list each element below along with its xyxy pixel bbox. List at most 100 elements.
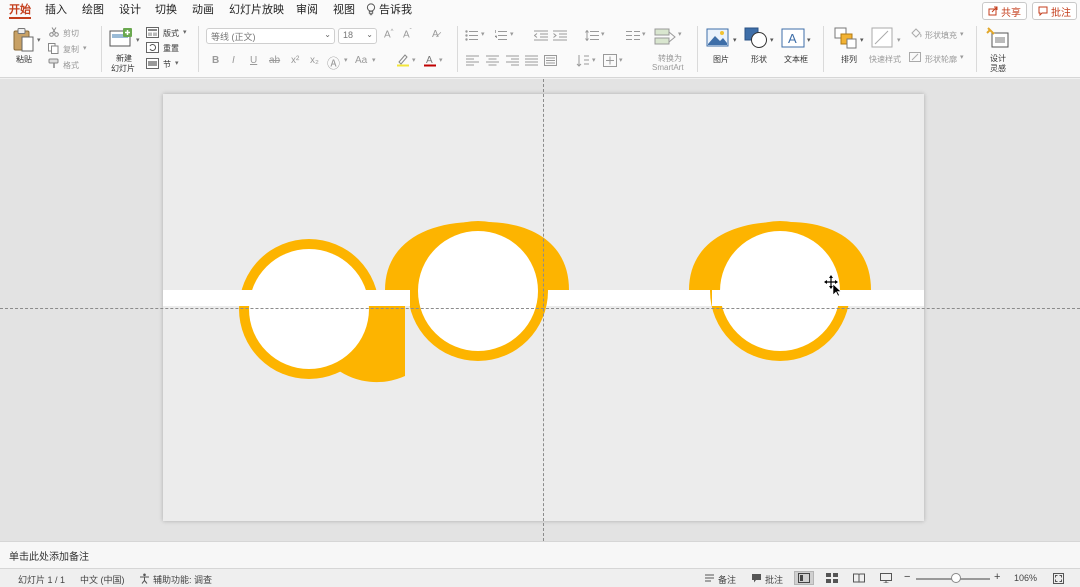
align-text-icon[interactable] (603, 54, 617, 67)
language-indicator[interactable]: 中文 (中国) (80, 573, 125, 586)
paste-icon[interactable] (11, 27, 35, 53)
chevron-down-icon[interactable]: ▾ (642, 30, 646, 38)
chevron-down-icon[interactable]: ▾ (412, 56, 416, 64)
chevron-down-icon[interactable]: ▾ (860, 36, 864, 44)
layout-dropdown-icon[interactable]: ▾ (183, 28, 187, 36)
comments-button[interactable]: 批注 (1032, 2, 1077, 20)
fit-to-window-icon[interactable] (1053, 573, 1064, 584)
textbox-icon[interactable]: A (781, 28, 805, 48)
chevron-down-icon[interactable]: ▾ (770, 36, 774, 44)
section-dropdown-icon[interactable]: ▾ (175, 59, 179, 67)
subscript-icon[interactable]: x₂ (310, 55, 319, 66)
horizontal-smart-guide[interactable] (0, 308, 1080, 309)
chevron-down-icon[interactable]: ▾ (601, 30, 605, 38)
chevron-down-icon[interactable]: ▾ (960, 30, 964, 38)
numbering-icon[interactable] (494, 30, 508, 41)
smartart-icon[interactable] (654, 27, 676, 47)
chevron-down-icon[interactable]: ▾ (897, 36, 901, 44)
tab-view[interactable]: 视图 (333, 3, 355, 19)
slide-sorter-view-button[interactable] (822, 571, 842, 585)
underline-icon[interactable]: U (250, 55, 257, 66)
italic-icon[interactable]: I (232, 55, 235, 66)
bold-icon[interactable]: B (212, 55, 219, 66)
chevron-down-icon[interactable]: ▾ (619, 56, 623, 64)
textbox-button[interactable]: 文本框 (784, 54, 808, 65)
notes-toggle[interactable]: 备注 (718, 573, 736, 586)
designer-icon[interactable] (986, 27, 1010, 49)
paste-dropdown-icon[interactable]: ▾ (37, 36, 41, 44)
tab-design[interactable]: 设计 (119, 3, 141, 19)
tab-animations[interactable]: 动画 (192, 3, 214, 19)
zoom-in-button[interactable]: + (994, 571, 1000, 583)
slideshow-view-button[interactable] (876, 571, 896, 585)
align-center-icon[interactable] (486, 55, 499, 66)
chevron-down-icon[interactable]: ▾ (960, 53, 964, 61)
chevron-down-icon[interactable]: ▾ (481, 30, 485, 38)
ring-inner-circle[interactable] (418, 231, 538, 351)
slide-editing-pane[interactable] (0, 79, 1080, 541)
highlight-icon[interactable] (396, 53, 410, 67)
chevron-down-icon[interactable]: ▾ (733, 36, 737, 44)
zoom-out-button[interactable]: − (904, 571, 910, 583)
tab-draw[interactable]: 绘图 (82, 3, 104, 19)
decrease-font-icon[interactable]: Aˇ (403, 29, 412, 40)
arrange-icon[interactable] (834, 27, 858, 49)
strikethrough-icon[interactable]: ab (269, 55, 280, 66)
paste-button[interactable]: 粘贴 (16, 54, 32, 65)
justify-icon[interactable] (525, 55, 538, 66)
text-direction-icon[interactable] (576, 54, 590, 67)
increase-font-icon[interactable]: A^ (384, 29, 394, 40)
ring-inner-circle[interactable] (249, 249, 369, 369)
reset-button[interactable]: 重置 (163, 43, 179, 54)
share-button[interactable]: 共享 (982, 2, 1027, 20)
tab-transitions[interactable]: 切换 (155, 3, 177, 19)
text-effects-icon[interactable]: Ⓐ (327, 53, 340, 72)
increase-indent-icon[interactable] (553, 30, 567, 41)
tab-insert[interactable]: 插入 (45, 3, 67, 19)
chevron-down-icon[interactable]: ▾ (592, 56, 596, 64)
chevron-down-icon[interactable]: ▾ (344, 56, 348, 64)
chevron-down-icon[interactable]: ▾ (807, 36, 811, 44)
accessibility-icon[interactable] (139, 573, 150, 584)
bullets-icon[interactable] (465, 30, 479, 41)
section-button[interactable]: 节 (163, 59, 171, 70)
clear-formatting-icon[interactable]: A̷ (432, 29, 439, 40)
comments-toggle[interactable]: 批注 (765, 573, 783, 586)
layout-button[interactable]: 版式 (163, 28, 179, 39)
chevron-down-icon[interactable]: ▾ (510, 30, 514, 38)
font-color-icon[interactable]: A (423, 53, 437, 67)
shape-outline-button[interactable]: 形状轮廓 (925, 54, 957, 65)
accessibility-status[interactable]: 辅助功能: 调查 (153, 573, 212, 586)
font-size-combo[interactable]: 18 ⌄ (338, 28, 377, 44)
designer-label-2[interactable]: 灵感 (990, 63, 1006, 74)
superscript-icon[interactable]: x² (291, 55, 299, 66)
align-right-icon[interactable] (506, 55, 519, 66)
notes-placeholder[interactable]: 单击此处添加备注 (9, 548, 89, 563)
convert-smartart-label-2[interactable]: SmartArt (652, 63, 684, 72)
new-slide-label-2[interactable]: 幻灯片 (111, 63, 135, 74)
reading-view-button[interactable] (849, 571, 869, 585)
chevron-down-icon[interactable]: ▾ (372, 56, 376, 64)
distributed-icon[interactable] (544, 55, 557, 66)
new-slide-dropdown-icon[interactable]: ▾ (136, 36, 140, 44)
picture-button[interactable]: 图片 (713, 54, 729, 65)
picture-icon[interactable] (706, 28, 730, 48)
copy-button[interactable]: 复制 (63, 44, 79, 55)
arrange-button[interactable]: 排列 (841, 54, 857, 65)
line-spacing-icon[interactable] (585, 30, 599, 41)
format-painter-button[interactable]: 格式 (63, 60, 79, 71)
zoom-level[interactable]: 106% (1014, 573, 1037, 583)
zoom-slider-handle[interactable] (951, 573, 961, 583)
chevron-down-icon[interactable]: ▾ (439, 56, 443, 64)
decrease-indent-icon[interactable] (534, 30, 548, 41)
quick-styles-icon[interactable] (871, 27, 895, 49)
chevron-down-icon[interactable]: ▾ (678, 30, 682, 38)
align-left-icon[interactable] (466, 55, 479, 66)
vertical-smart-guide[interactable] (543, 79, 544, 541)
tab-review[interactable]: 审阅 (296, 3, 318, 19)
normal-view-button[interactable] (794, 571, 814, 585)
columns-icon[interactable] (626, 30, 640, 41)
cut-button[interactable]: 剪切 (63, 28, 79, 39)
copy-dropdown-icon[interactable]: ▾ (83, 44, 87, 52)
change-case-icon[interactable]: Aa (355, 55, 367, 66)
